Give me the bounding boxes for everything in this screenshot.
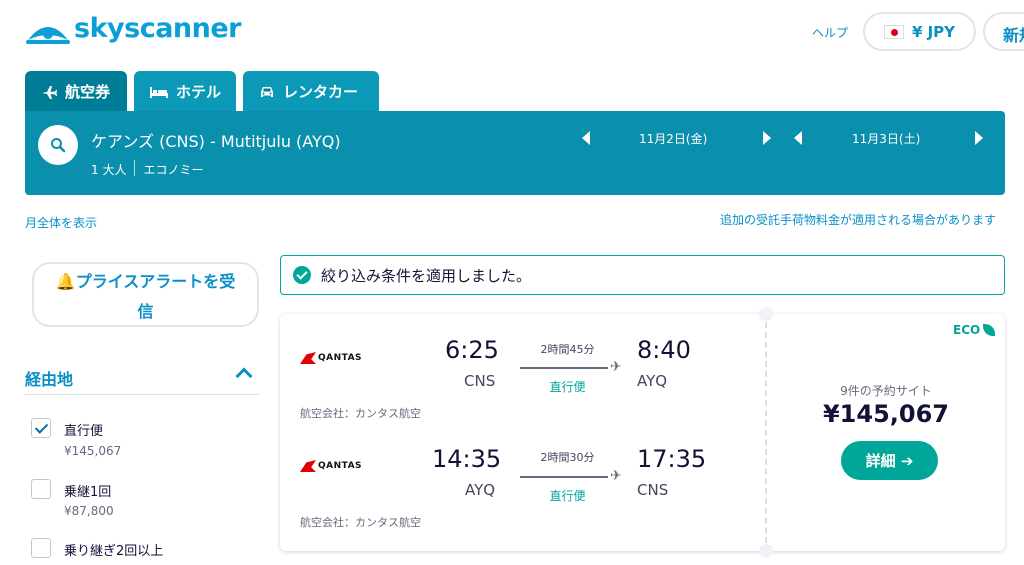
route-line: [520, 476, 608, 478]
flight-duration: 2時間30分: [540, 451, 595, 464]
airline-name: QANTAS: [318, 353, 363, 363]
check-circle-icon: [293, 266, 311, 284]
stop-option-label: 乗り継ぎ2回以上: [64, 544, 164, 559]
plane-icon: ✈: [610, 359, 622, 375]
flight-duration: 2時間45分: [540, 343, 595, 356]
help-link[interactable]: ヘルプ: [812, 24, 848, 41]
passenger-count: 1 大人: [91, 163, 127, 177]
details-button[interactable]: 詳細 ➔: [841, 441, 938, 480]
ticket-notch: [759, 544, 773, 558]
eco-badge: ECO: [953, 323, 996, 337]
passenger-cabin-summary[interactable]: 1 大人 エコノミー: [91, 160, 204, 178]
price: ¥145,067: [822, 400, 949, 428]
separator: [134, 160, 136, 176]
airline-name: QANTAS: [318, 461, 363, 471]
kangaroo-icon: [300, 352, 316, 364]
stop-option-label: 直行便: [64, 424, 104, 439]
one-stop-checkbox[interactable]: [31, 479, 51, 499]
stops-label: 直行便: [549, 489, 586, 503]
booking-sites-count: 9件の予約サイト: [840, 384, 932, 398]
tab-car-rental[interactable]: レンタカー: [243, 71, 379, 112]
return-date[interactable]: 11月3日(土): [852, 130, 920, 147]
car-icon: [261, 86, 273, 97]
skyscanner-logo[interactable]: skyscanner: [24, 10, 242, 46]
search-button[interactable]: [38, 125, 78, 165]
divider: [25, 394, 259, 395]
direct-checkbox[interactable]: [31, 418, 51, 438]
logo-text: skyscanner: [74, 12, 242, 44]
tab-label: 航空券: [65, 83, 111, 101]
ticket-notch: [759, 307, 773, 321]
search-icon: [51, 138, 66, 153]
plane-icon: [42, 85, 57, 99]
cabin-class: エコノミー: [143, 163, 204, 177]
qantas-logo: QANTAS: [300, 460, 362, 472]
depart-prev-date-button[interactable]: [582, 131, 590, 145]
bed-icon: [150, 86, 168, 98]
depart-date[interactable]: 11月2日(金): [639, 130, 707, 147]
dashed-divider: [765, 322, 767, 543]
stops-filter-title: 経由地: [25, 370, 74, 389]
carrier-info: 航空会社：カンタス航空: [300, 407, 421, 420]
depart-time: 14:35: [432, 445, 502, 473]
two-plus-stops-checkbox[interactable]: [31, 538, 51, 558]
eco-label: ECO: [953, 323, 981, 337]
price-alert-label-line1: 🔔プライスアラートを受: [55, 272, 236, 291]
qantas-logo: QANTAS: [300, 352, 362, 364]
leaf-icon: [983, 324, 996, 336]
tab-label: レンタカー: [283, 83, 359, 101]
arrive-code: CNS: [637, 481, 669, 499]
sunrise-logo-icon: [26, 27, 70, 44]
carrier-info: 航空会社：カンタス航空: [300, 516, 421, 529]
kangaroo-icon: [300, 460, 316, 472]
depart-next-date-button[interactable]: [763, 131, 771, 145]
arrive-time: 8:40: [637, 336, 691, 364]
signup-button[interactable]: 新規: [983, 12, 1024, 51]
route-text[interactable]: ケアンズ (CNS) - Mutitjulu (AYQ): [91, 128, 341, 152]
price-alert-button[interactable]: 🔔プライスアラートを受 信: [32, 262, 259, 327]
plane-icon: ✈: [610, 468, 622, 484]
stop-option-price: ¥145,067: [64, 444, 122, 458]
currency-button[interactable]: ¥ JPY: [863, 12, 976, 51]
depart-code: AYQ: [465, 481, 496, 499]
arrive-code: AYQ: [637, 372, 668, 390]
depart-time: 6:25: [445, 336, 499, 364]
baggage-fee-note[interactable]: 追加の受託手荷物料金が適用される場合があります: [720, 211, 996, 228]
japan-flag-icon: [883, 24, 904, 39]
flight-result-card[interactable]: QANTAS 6:25 CNS 2時間45分 ✈ 直行便 8:40 AYQ 航空…: [280, 307, 1005, 558]
stop-option-label: 乗継1回: [64, 485, 112, 500]
chevron-up-icon[interactable]: [235, 367, 253, 385]
return-prev-date-button[interactable]: [794, 131, 802, 145]
stops-label: 直行便: [549, 380, 586, 394]
depart-code: CNS: [464, 372, 496, 390]
arrive-time: 17:35: [637, 445, 707, 473]
filter-applied-banner: 絞り込み条件を適用しました。: [280, 255, 1005, 295]
return-next-date-button[interactable]: [975, 131, 983, 145]
search-summary-bar: ケアンズ (CNS) - Mutitjulu (AYQ) 1 大人 エコノミー …: [25, 111, 1005, 195]
stop-option-price: ¥87,800: [64, 504, 114, 518]
route-line: [520, 367, 608, 369]
filter-applied-text: 絞り込み条件を適用しました。: [321, 266, 532, 285]
price-alert-label-line2: 信: [137, 302, 154, 321]
tab-flights[interactable]: 航空券: [25, 71, 127, 112]
tab-label: ホテル: [176, 83, 222, 101]
currency-label: ¥ JPY: [911, 22, 956, 41]
tab-hotels[interactable]: ホテル: [134, 71, 236, 112]
month-view-link[interactable]: 月全体を表示: [25, 214, 97, 231]
header: skyscanner ヘルプ ¥ JPY 新規: [0, 0, 1024, 72]
